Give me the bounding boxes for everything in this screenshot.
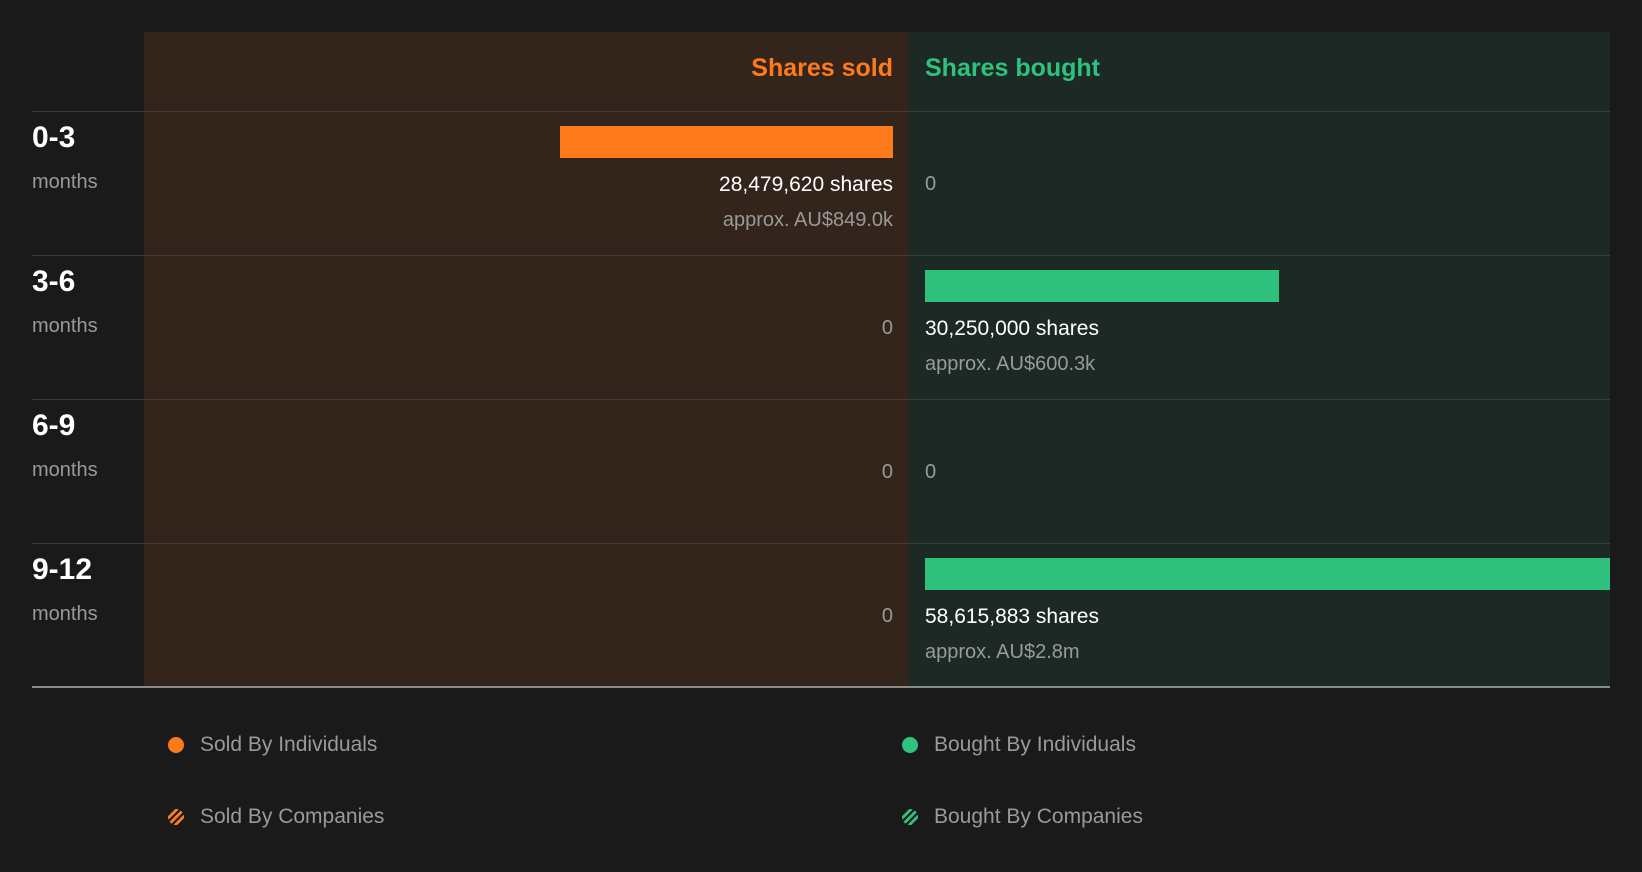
period-row: 6-9 months 0 0 [0, 399, 1642, 543]
period-unit-label: months [32, 315, 98, 337]
sold-zero-value: 0 [881, 461, 893, 483]
bought-shares-value: 58,615,883 shares [925, 605, 1099, 628]
sold-zero-value: 0 [881, 317, 893, 339]
period-unit-label: months [32, 603, 98, 625]
sold-bar [560, 126, 893, 158]
sold-shares-value: 28,479,620 shares [719, 173, 893, 196]
legend-item: Sold By Companies [168, 805, 384, 829]
period-range-label: 6-9 [32, 409, 76, 442]
legend-striped-dot-icon [902, 809, 918, 825]
legend-striped-dot-icon [168, 809, 184, 825]
legend-item: Sold By Individuals [168, 733, 377, 757]
legend-dot-icon [902, 737, 918, 753]
legend-label: Sold By Individuals [200, 733, 378, 756]
period-unit-label: months [32, 459, 98, 481]
legend-label: Sold By Companies [200, 805, 385, 828]
bought-shares-value: 30,250,000 shares [925, 317, 1099, 340]
bought-approx-value: approx. AU$600.3k [925, 353, 1096, 375]
insider-trading-chart: Shares sold Shares bought 0-3 months 28,47… [0, 0, 1642, 872]
shares-bought-header: Shares bought [925, 54, 1101, 82]
legend-label: Bought By Individuals [934, 733, 1136, 756]
period-row: 0-3 months 28,479,620 shares approx. AU$849… [0, 111, 1642, 255]
legend-dot-icon [168, 737, 184, 753]
sold-approx-value: approx. AU$849.0k [722, 209, 893, 231]
period-range-label: 0-3 [32, 121, 76, 154]
bought-approx-value: approx. AU$2.8m [925, 641, 1080, 663]
bought-zero-value: 0 [925, 461, 937, 483]
legend-label: Bought By Companies [934, 805, 1143, 828]
period-range-label: 3-6 [32, 265, 76, 298]
bought-bar [925, 270, 1279, 302]
period-range-label: 9-12 [32, 553, 93, 586]
period-row: 9-12 months 0 58,615,883 shares approx. AU$2… [0, 543, 1642, 687]
period-unit-label: months [32, 171, 98, 193]
bought-zero-value: 0 [925, 173, 937, 195]
period-row: 3-6 months 0 30,250,000 shares approx. AU$60… [0, 255, 1642, 399]
bought-bar [925, 558, 1610, 590]
shares-sold-header: Shares sold [751, 54, 893, 82]
sold-zero-value: 0 [881, 605, 893, 627]
legend-item: Bought By Individuals [902, 733, 1136, 757]
legend-item: Bought By Companies [902, 805, 1143, 829]
